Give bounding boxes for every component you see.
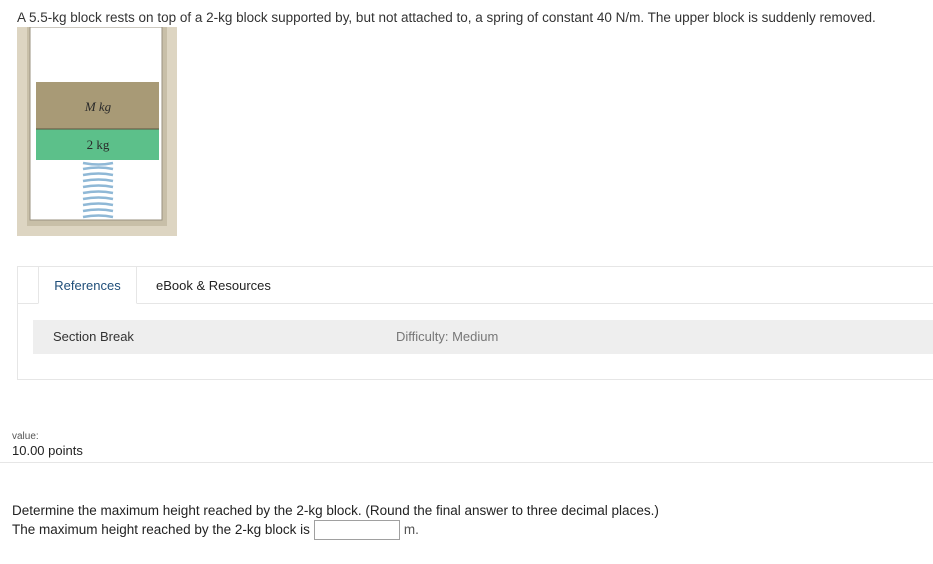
spring-blocks-figure: M kg 2 kg <box>17 26 177 236</box>
answer-prefix: The maximum height reached by the 2-kg b… <box>12 522 310 537</box>
max-height-answer-input[interactable] <box>313 519 400 540</box>
value-label: value: <box>12 431 39 442</box>
figure-drawing <box>17 26 177 236</box>
difficulty-label: Difficulty: Medium <box>396 329 499 344</box>
answer-line: The maximum height reached by the 2-kg b… <box>12 519 419 540</box>
section-divider <box>0 462 933 463</box>
section-break-title: Section Break <box>53 329 134 344</box>
problem-statement: A 5.5-kg block rests on top of a 2-kg bl… <box>17 10 876 25</box>
tab-references[interactable]: References <box>38 266 137 304</box>
lower-block-label: 2 kg <box>86 137 110 152</box>
tab-ebook-resources[interactable]: eBook & Resources <box>148 266 279 304</box>
question-prompt: Determine the maximum height reached by … <box>12 503 659 518</box>
upper-block-label: M kg <box>84 99 112 114</box>
answer-unit: m. <box>403 522 419 537</box>
value-points: 10.00 points <box>12 443 83 458</box>
section-break-bar: Section Break Difficulty: Medium <box>33 320 933 354</box>
